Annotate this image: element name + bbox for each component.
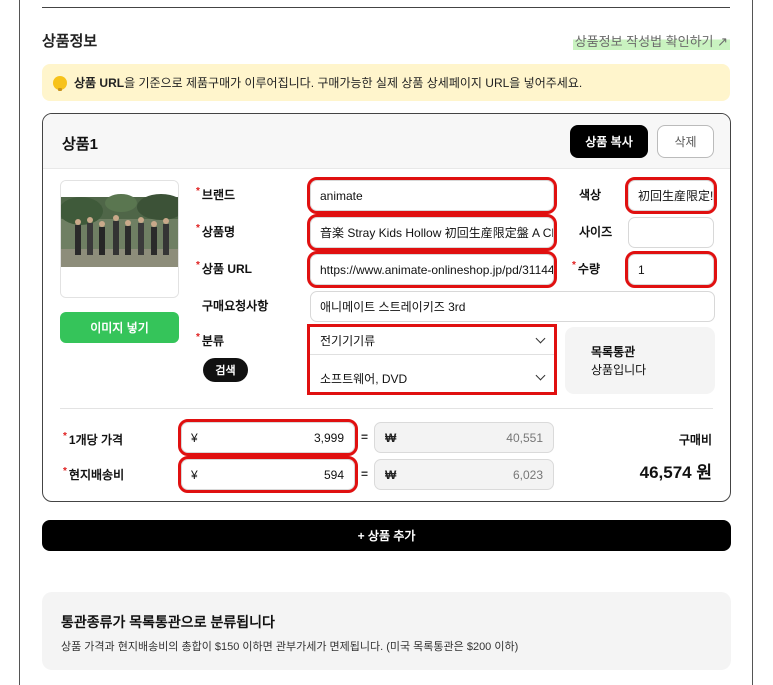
equals-sign: = — [361, 430, 369, 444]
add-image-button[interactable]: 이미지 넣기 — [60, 312, 179, 343]
name-label-text: 상품명 — [201, 225, 236, 239]
price-divider — [60, 408, 713, 409]
jpy-symbol: ¥ — [191, 467, 198, 482]
total-value: 46,574 원 — [639, 463, 712, 482]
brand-label-text: 브랜드 — [201, 188, 236, 202]
product-thumbnail — [60, 180, 179, 298]
guide-link[interactable]: 상품정보 작성법 확인하기 ↗ — [572, 31, 730, 50]
name-label: * 상품명 — [196, 223, 235, 240]
category-label-text: 분류 — [201, 334, 224, 348]
quantity-label-text: 수량 — [577, 262, 600, 276]
unit-price-jpy: 3,999 — [313, 430, 344, 445]
notice-body: 을 기준으로 제품구매가 이루어집니다. 구매가능한 실제 상품 상세페이지 U… — [124, 76, 583, 90]
category-primary-select[interactable]: 전기기기류 — [310, 327, 554, 355]
customs-type-desc: 상품입니다 — [591, 363, 647, 377]
quantity-input[interactable]: 1 — [625, 251, 717, 288]
notice-text: 상품 URL을 기준으로 제품구매가 이루어집니다. 구매가능한 실제 상품 상… — [74, 74, 582, 91]
customs-info-box: 통관종류가 목록통관으로 분류됩니다 상품 가격과 현지배송비의 총합이 $15… — [42, 592, 731, 670]
unit-price-label: * 1개당 가격 — [63, 431, 123, 448]
required-mark: * — [572, 260, 576, 271]
shipping-krw: ₩ 6,023 — [374, 459, 554, 490]
chevron-down-icon — [535, 333, 546, 344]
delete-product-button[interactable]: 삭제 — [657, 125, 714, 158]
total-label: 구매비 — [678, 433, 712, 447]
unit-price-krw: ₩ 40,551 — [374, 422, 554, 453]
required-mark: * — [63, 466, 67, 477]
url-label-text: 상품 URL — [201, 262, 252, 276]
category-label: * 분류 — [196, 332, 224, 349]
required-mark: * — [196, 260, 200, 271]
lightbulb-icon — [53, 75, 67, 91]
color-input[interactable]: 初回生産限定! — [625, 177, 717, 214]
request-label: 구매요청사항 — [202, 299, 269, 313]
product-photo — [61, 181, 178, 297]
shipping-jpy: 594 — [323, 467, 344, 482]
customs-type-box: 목록통관 상품입니다 — [565, 327, 715, 394]
unit-price-input[interactable]: ¥ 3,999 — [178, 419, 358, 456]
customs-info-title: 통관종류가 목록통관으로 분류됩니다 — [61, 614, 275, 630]
category-secondary-select[interactable]: 소프트웨어, DVD — [310, 364, 554, 392]
unit-price-krw-value: 40,551 — [506, 430, 543, 445]
notice-bold: 상품 URL — [74, 76, 125, 90]
unit-price-label-text: 1개당 가격 — [68, 433, 124, 447]
required-mark: * — [196, 223, 200, 234]
product-name-input[interactable]: 音楽 Stray Kids Hollow 初回生産限定盤 A CD E — [307, 214, 557, 251]
product-card: 상품1 상품 복사 삭제 이미지 넣기 * 브랜드 * 상품명 * 상품 URL… — [42, 113, 731, 502]
top-divider — [42, 7, 730, 8]
chevron-down-icon — [535, 370, 546, 381]
shipping-input[interactable]: ¥ 594 — [178, 456, 358, 493]
krw-symbol: ₩ — [385, 430, 397, 445]
product-title: 상품1 — [62, 136, 98, 153]
product-card-header: 상품1 상품 복사 삭제 — [43, 114, 730, 169]
purchase-request-input[interactable]: 애니메이트 스트레이키즈 3rd — [310, 291, 715, 322]
brand-input[interactable]: animate — [307, 177, 557, 214]
customs-type-title: 목록통관 — [591, 345, 636, 359]
shipping-label-text: 현지배송비 — [68, 468, 125, 482]
color-label: 색상 — [579, 188, 602, 202]
category-search-button[interactable]: 검색 — [203, 358, 248, 382]
krw-symbol: ₩ — [385, 467, 397, 482]
required-mark: * — [63, 431, 67, 442]
add-product-button[interactable]: + 상품 추가 — [42, 520, 731, 551]
jpy-symbol: ¥ — [191, 430, 198, 445]
shipping-krw-value: 6,023 — [512, 467, 543, 482]
section-title: 상품정보 — [42, 33, 98, 50]
copy-product-button[interactable]: 상품 복사 — [570, 125, 648, 158]
product-url-input[interactable]: https://www.animate-onlineshop.jp/pd/311… — [307, 251, 557, 288]
size-label: 사이즈 — [579, 225, 613, 239]
equals-sign: = — [361, 467, 369, 481]
category-primary-value: 전기기기류 — [320, 334, 376, 348]
category-select-group: 전기기기류 소프트웨어, DVD — [307, 324, 557, 395]
url-notice: 상품 URL을 기준으로 제품구매가 이루어집니다. 구매가능한 실제 상품 상… — [42, 64, 730, 101]
category-secondary-value: 소프트웨어, DVD — [320, 371, 408, 386]
quantity-label: * 수량 — [572, 260, 600, 277]
shipping-label: * 현지배송비 — [63, 466, 124, 483]
required-mark: * — [196, 186, 200, 197]
required-mark: * — [196, 332, 200, 343]
url-label: * 상품 URL — [196, 260, 252, 277]
brand-label: * 브랜드 — [196, 186, 235, 203]
size-input[interactable] — [628, 217, 714, 248]
customs-info-desc: 상품 가격과 현지배송비의 총합이 $150 이하면 관부가세가 면제됩니다. … — [61, 641, 519, 653]
